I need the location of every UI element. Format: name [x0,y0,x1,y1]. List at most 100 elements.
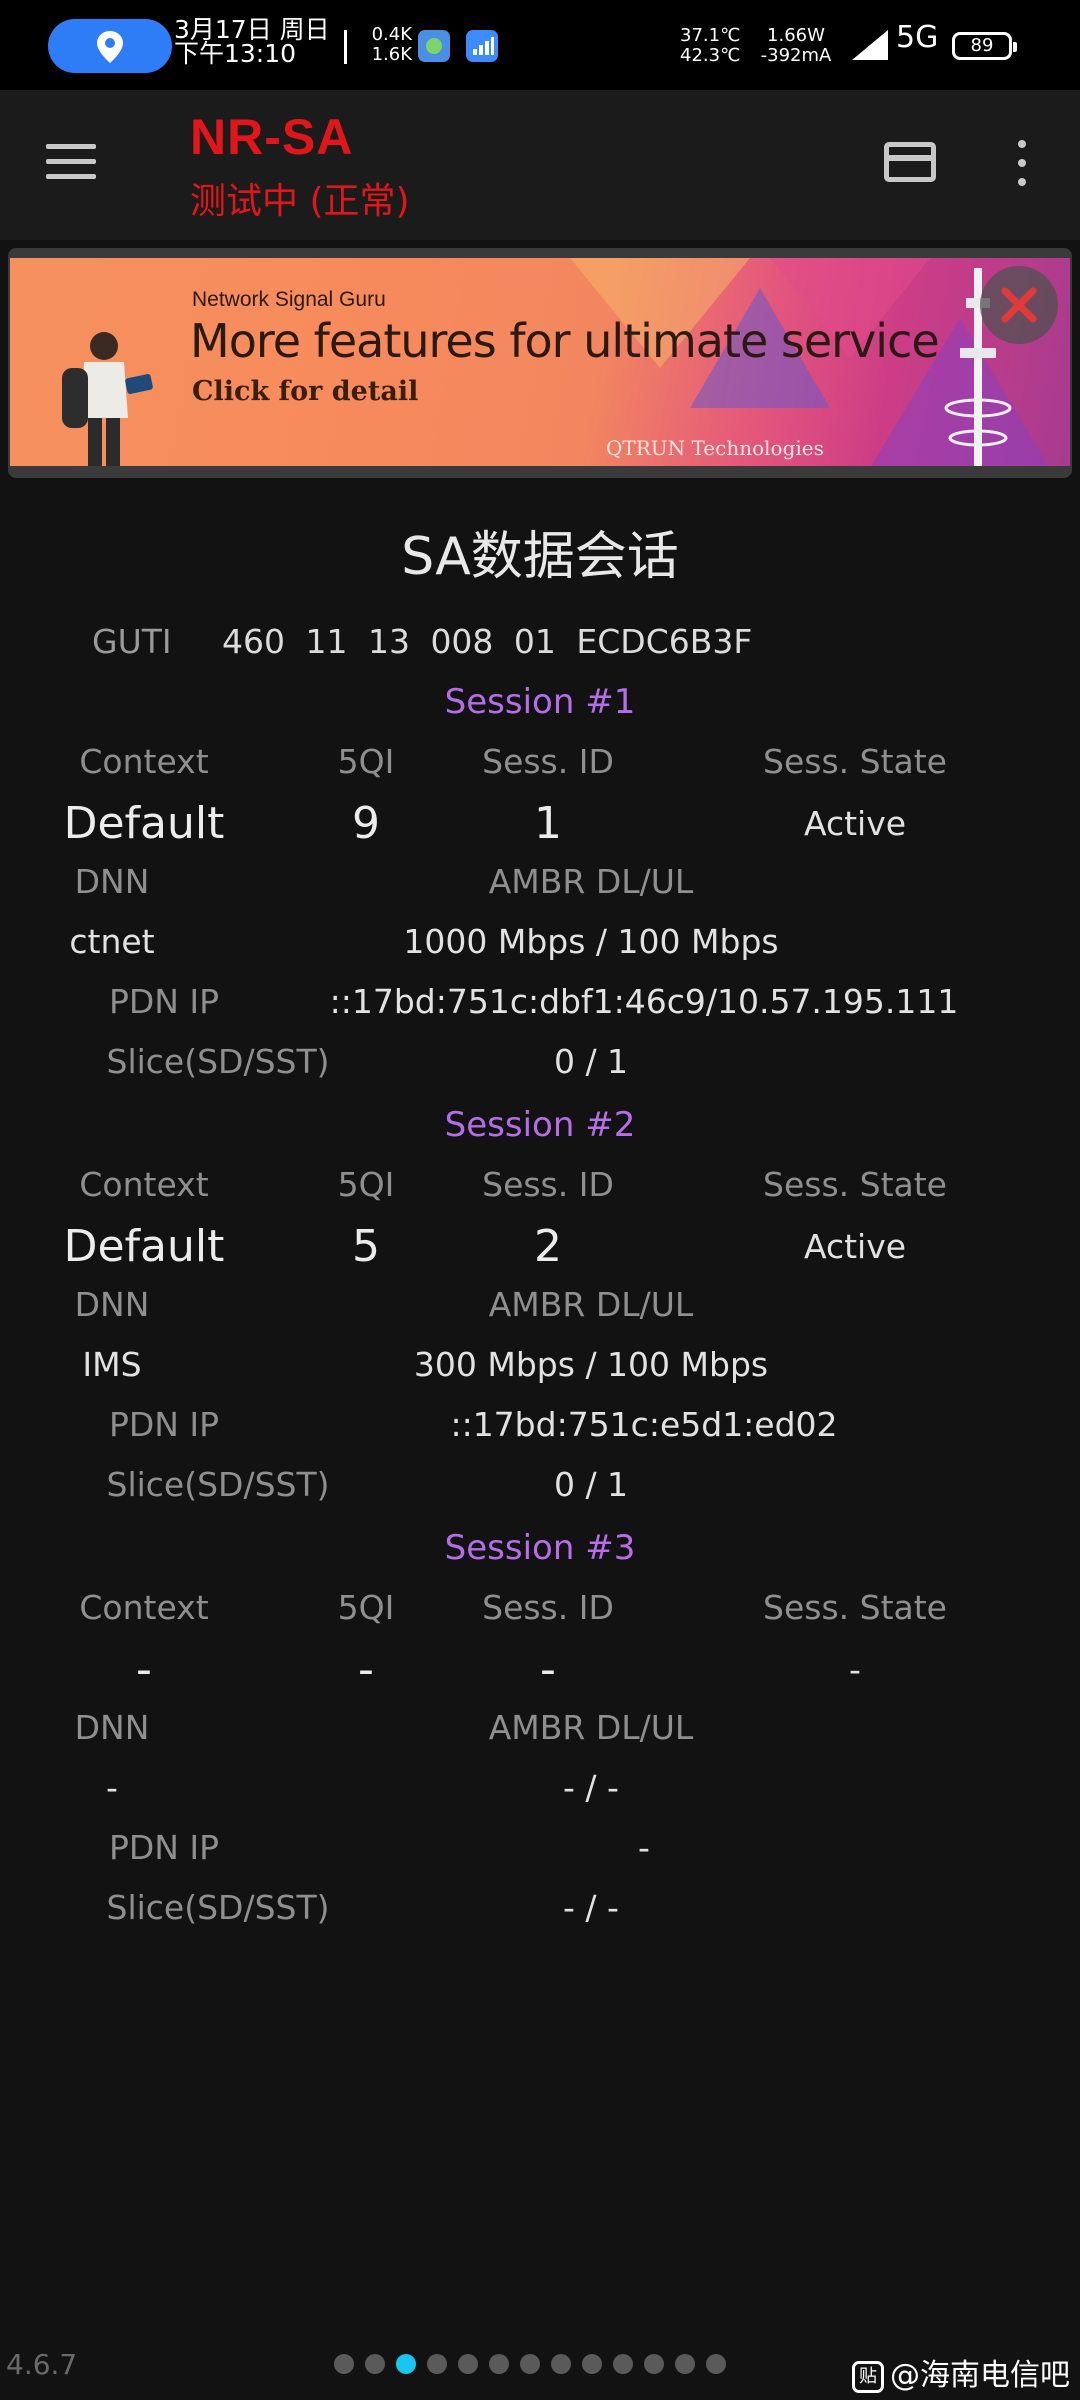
app-version: 4.6.7 [6,2348,78,2381]
battery-level: 89 [970,35,994,56]
page-dot[interactable] [489,2354,509,2374]
speed-up: 0.4K [371,24,412,45]
location-pill[interactable] [48,19,172,73]
watermark: 贴 @海南电信吧 [852,2350,1070,2394]
cell-signal-icon [852,30,888,60]
status-time: 下午13:10 [174,39,297,68]
page-dot[interactable] [520,2354,540,2374]
pdn-ip-label: PDN IP [108,982,220,1021]
gallery-app-icon [418,30,450,62]
sess-id-value: 1 [534,798,562,849]
menu-icon[interactable] [44,144,100,184]
dnn-value: - [106,1768,118,1807]
network-type: 5G [896,20,939,55]
banner-small-text: Network Signal Guru [192,288,386,311]
close-x-glyph [1001,287,1037,323]
app-bar: NR-SA 测试中 (正常) [0,90,1080,240]
sess-id-label: Sess. ID [482,1588,614,1627]
status-bar: 3月17日 周日 下午13:10 0.4K 1.6K 37.1℃ 42.3℃ 1… [0,0,1080,90]
fiveqi-value: - [358,1644,374,1695]
dnn-label: DNN [74,862,150,901]
page-dot[interactable] [427,2354,447,2374]
page-dot-active[interactable] [396,2354,416,2374]
fiveqi-label: 5QI [337,1165,395,1204]
context-label: Context [79,1165,209,1204]
tieba-badge-icon: 贴 [852,2360,884,2393]
banner-brand: QTRUN Technologies [606,436,824,460]
page-dot[interactable] [706,2354,726,2374]
temp-1: 37.1℃ [680,25,741,46]
context-label: Context [79,742,209,781]
status-divider [344,30,347,64]
dnn-label: DNN [74,1285,150,1324]
sim-card-icon[interactable] [884,142,936,182]
network-speed: 0.4K 1.6K [362,25,412,65]
banner-headline: More features for ultimate service [190,314,940,368]
context-value: Default [63,798,225,849]
page-dot[interactable] [334,2354,354,2374]
session-title: Session #2 [444,1105,636,1145]
slice-value: - / - [563,1888,619,1927]
fiveqi-label: 5QI [337,742,395,781]
watermark-text: @海南电信吧 [890,2358,1070,2393]
page-dot[interactable] [551,2354,571,2374]
status-date-time: 3月17日 周日 下午13:10 [174,17,330,68]
fiveqi-value: 5 [352,1221,380,1272]
fiveqi-value: 9 [352,798,380,849]
banner-cta-link[interactable]: Click for detail [192,376,418,407]
sess-id-label: Sess. ID [482,1165,614,1204]
context-label: Context [79,1588,209,1627]
temperature-readout: 37.1℃ 42.3℃ [680,26,740,66]
pdn-ip-label: PDN IP [108,1828,220,1867]
speed-down: 1.6K [371,44,412,65]
page-title: SA数据会话 [401,527,679,587]
page-dot[interactable] [582,2354,602,2374]
sess-state-label: Sess. State [763,1588,947,1627]
battery-icon: 89 [952,32,1017,60]
test-status: 测试中 (正常) [190,181,410,222]
ambr-value: 300 Mbps / 100 Mbps [413,1345,769,1384]
slice-label: Slice(SD/SST) [106,1465,330,1504]
guti-value: 460 11 13 008 01 ECDC6B3F [222,622,753,661]
ambr-label: AMBR DL/UL [488,862,694,901]
sess-state-label: Sess. State [763,1165,947,1204]
ambr-value: 1000 Mbps / 100 Mbps [403,922,779,961]
pdn-ip-value: ::17bd:751c:e5d1:ed02 [450,1405,838,1444]
sess-state-value: Active [803,804,907,843]
guti-label: GUTI [92,622,172,661]
dnn-label: DNN [74,1708,150,1747]
page-dot[interactable] [458,2354,478,2374]
slice-value: 0 / 1 [553,1465,629,1504]
person-with-tablet-illustration [62,332,153,466]
location-pin-icon [97,31,123,63]
sess-id-label: Sess. ID [482,742,614,781]
context-value: Default [63,1221,225,1272]
sess-id-value: - [540,1644,556,1695]
session-title: Session #1 [444,682,636,722]
page-dot[interactable] [365,2354,385,2374]
slice-label: Slice(SD/SST) [106,1042,330,1081]
ambr-label: AMBR DL/UL [488,1285,694,1324]
more-options-icon[interactable] [1016,140,1028,190]
sess-id-value: 2 [534,1221,562,1272]
app-title: NR-SA [190,109,354,165]
current-value: -392mA [760,45,832,66]
ambr-label: AMBR DL/UL [488,1708,694,1747]
sess-state-label: Sess. State [763,742,947,781]
session-title: Session #3 [444,1528,636,1568]
ambr-value: - / - [563,1768,619,1807]
close-icon[interactable] [980,266,1058,344]
dnn-value: ctnet [69,922,155,961]
page-dot[interactable] [644,2354,664,2374]
pdn-ip-value: ::17bd:751c:dbf1:46c9/10.57.195.111 [329,982,959,1021]
sess-state-value: Active [803,1227,907,1266]
context-value: - [136,1644,152,1695]
pdn-ip-label: PDN IP [108,1405,220,1444]
page-dot[interactable] [613,2354,633,2374]
slice-label: Slice(SD/SST) [106,1888,330,1927]
power-value: 1.66W [767,25,825,46]
promo-banner[interactable]: Network Signal Guru More features for ul… [10,258,1070,466]
dnn-value: IMS [82,1345,142,1384]
slice-value: 0 / 1 [553,1042,629,1081]
page-dot[interactable] [675,2354,695,2374]
